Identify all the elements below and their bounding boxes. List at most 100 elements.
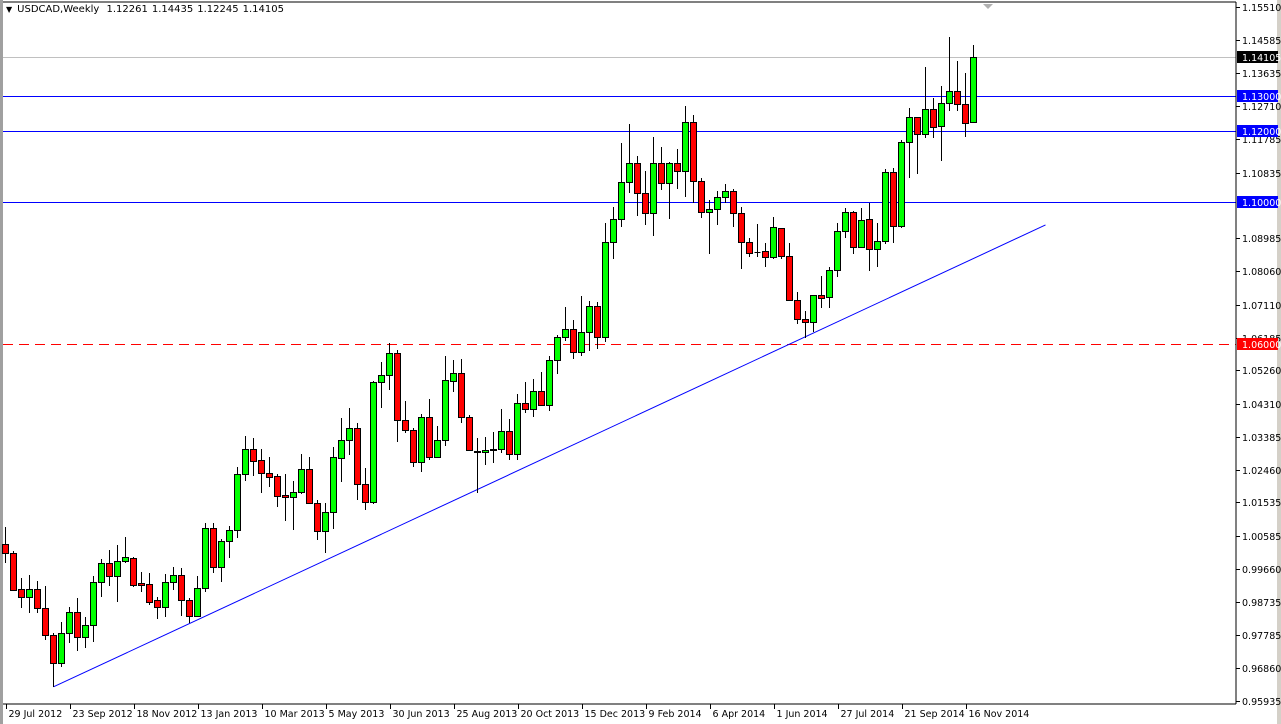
y-tick-label: 1.08060 (1242, 267, 1281, 278)
level-price-label: 1.13000 (1242, 92, 1281, 103)
candle-body-down (42, 608, 49, 636)
candle-body-up (970, 57, 977, 123)
candle (882, 169, 889, 244)
candle-body-up (58, 633, 65, 664)
candle-body-up (434, 440, 441, 458)
candle-body-down (410, 430, 417, 463)
candlestick-chart[interactable]: 1.155101.145851.136351.127101.117851.108… (0, 0, 1281, 724)
candle-body-down (106, 563, 113, 577)
candle-body-up (722, 191, 729, 198)
candle-body-down (74, 612, 81, 638)
candle (130, 557, 137, 587)
x-tick-label: 1 Jun 2014 (777, 709, 828, 720)
candle-body-down (18, 589, 25, 598)
candle-body-up (122, 557, 129, 562)
candle-body-down (458, 373, 465, 418)
candle-body-up (834, 231, 841, 271)
y-tick-label: 1.05260 (1242, 366, 1281, 377)
candle-body-down (914, 117, 921, 135)
candle-body-down (426, 417, 433, 458)
candle-body-up (602, 242, 609, 338)
x-tick-label: 15 Dec 2013 (585, 709, 646, 720)
y-tick-label: 0.98735 (1242, 598, 1281, 609)
candle-body-down (634, 163, 641, 194)
candle-body-up (226, 530, 233, 542)
candle-body-down (594, 306, 601, 338)
candle-body-down (258, 460, 265, 474)
candle-body-down (354, 428, 361, 485)
candle-body-up (938, 103, 945, 127)
y-tick-label: 0.96860 (1242, 664, 1281, 675)
x-tick-label: 16 Nov 2014 (969, 709, 1030, 720)
candle (698, 178, 705, 218)
candle-body-down (930, 109, 937, 128)
symbol-timeframe: USDCAD,Weekly (17, 4, 100, 15)
chart-header: ▼ USDCAD,Weekly 1.12261 1.14435 1.12245 1.14… (6, 4, 288, 15)
candle-body-up (82, 625, 89, 638)
candle-body-up (562, 329, 569, 338)
x-tick-label: 9 Feb 2014 (649, 709, 702, 720)
candle-body-down (778, 228, 785, 257)
candle-body-up (482, 450, 489, 453)
candle (546, 356, 553, 411)
candle-body-up (706, 209, 713, 213)
candle-body-up (618, 182, 625, 220)
candle-body-down (522, 403, 529, 410)
candle-body-down (274, 476, 281, 497)
candle-body-up (610, 219, 617, 243)
x-tick-label: 25 Aug 2013 (457, 709, 518, 720)
candle-body-up (546, 360, 553, 406)
candle-body-down (138, 583, 145, 586)
candle-body-down (802, 319, 809, 323)
candle-body-up (370, 382, 377, 503)
x-tick-label: 10 Mar 2013 (265, 709, 325, 720)
candle-body-up (874, 241, 881, 250)
dropdown-triangle-icon[interactable]: ▼ (6, 5, 12, 14)
candle-body-down (786, 256, 793, 301)
y-tick-label: 1.14585 (1242, 36, 1281, 47)
y-tick-label: 1.12710 (1242, 102, 1281, 113)
candle-body-down (674, 163, 681, 172)
candle-body-down (130, 558, 137, 586)
candle-body-down (146, 584, 153, 603)
y-tick-label: 1.10835 (1242, 169, 1281, 180)
candle-body-up (242, 449, 249, 475)
candle-body-down (818, 295, 825, 299)
ohlc-low: 1.12245 (197, 4, 239, 15)
candle (778, 228, 785, 259)
x-tick-label: 21 Sep 2014 (905, 709, 965, 720)
x-tick-label: 30 Jun 2013 (393, 709, 450, 720)
candle-body-up (626, 163, 633, 183)
x-tick-label: 6 Apr 2014 (713, 709, 766, 720)
candle-body-up (418, 417, 425, 463)
candle (410, 428, 417, 467)
candle-body-down (362, 484, 369, 503)
candle-body-down (850, 212, 857, 248)
y-tick-label: 1.07110 (1242, 301, 1281, 312)
x-tick-label: 29 Jul 2012 (9, 709, 63, 720)
candle-body-up (946, 91, 953, 104)
candle (202, 523, 209, 592)
candle (850, 211, 857, 254)
candle-body-up (906, 117, 913, 143)
x-tick-label: 20 Oct 2013 (521, 709, 580, 720)
candle-body-up (714, 197, 721, 210)
y-tick-label: 1.08985 (1242, 234, 1281, 245)
y-tick-label: 1.15510 (1242, 3, 1281, 14)
y-tick-label: 0.97785 (1242, 631, 1281, 642)
y-tick-label: 0.95935 (1242, 697, 1281, 708)
candle-body-down (266, 473, 273, 478)
candle-body-up (234, 474, 241, 531)
candle-body-down (746, 242, 753, 254)
candle (898, 140, 905, 228)
x-tick-label: 13 Jan 2013 (201, 709, 258, 720)
candle-body-down (794, 300, 801, 320)
candle-body-up (170, 575, 177, 583)
y-tick-label: 1.04310 (1242, 400, 1281, 411)
candle-body-up (346, 428, 353, 441)
candle-body-down (402, 420, 409, 431)
candle-body-down (506, 431, 513, 455)
x-tick-label: 5 May 2013 (329, 709, 385, 720)
candle-body-up (218, 541, 225, 568)
candle-body-up (498, 431, 505, 450)
